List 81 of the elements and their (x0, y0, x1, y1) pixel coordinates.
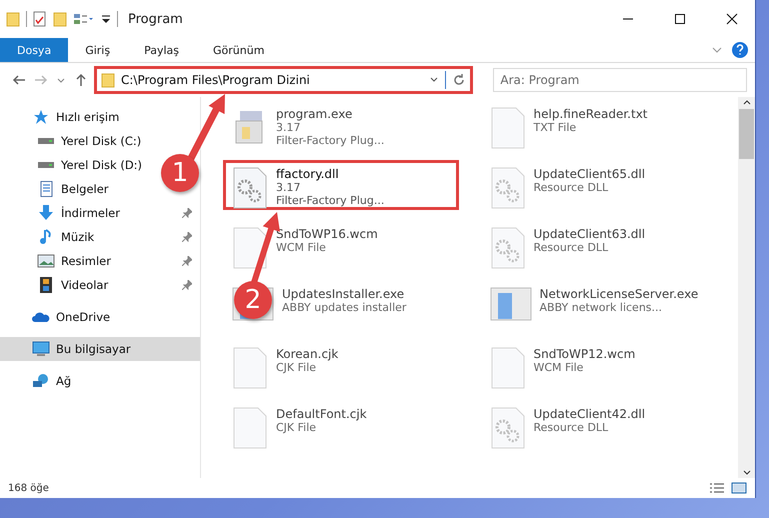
file-name[interactable]: SndToWP16.wcm (276, 227, 378, 241)
folder-icon (101, 72, 115, 88)
scroll-thumb[interactable] (739, 109, 754, 159)
view-options-icon[interactable] (73, 11, 95, 27)
sidebar-item[interactable]: Belgeler (61, 182, 109, 196)
file-detail: CJK File (276, 361, 318, 374)
pin-icon[interactable] (182, 280, 192, 290)
close-icon (726, 13, 738, 25)
blank-file-icon (232, 407, 268, 449)
up-arrow-icon (74, 73, 88, 87)
file-name[interactable]: UpdatesInstaller.exe (282, 287, 406, 301)
file-detail: WCM File (534, 361, 584, 374)
search-field[interactable]: Ara: Program (493, 68, 747, 92)
sidebar-item[interactable]: Bu bilgisayar (56, 342, 131, 356)
blank-file-icon (490, 347, 526, 389)
star-icon (32, 109, 50, 125)
ribbon-tab[interactable]: Görünüm (196, 38, 282, 62)
sidebar-item[interactable]: Yerel Disk (C:) (61, 134, 142, 148)
computer-icon (32, 341, 50, 357)
ribbon-tab[interactable]: Dosya (0, 38, 68, 62)
file-detail: ABBY network licens... (540, 301, 664, 314)
film-icon (37, 277, 55, 293)
drive-icon (37, 137, 55, 145)
refresh-icon[interactable] (452, 73, 466, 87)
folder-icon (6, 11, 20, 27)
properties-icon[interactable] (33, 11, 47, 27)
file-detail: Filter-Factory Plug... (276, 134, 384, 147)
drive-icon (37, 161, 55, 169)
file-name[interactable]: UpdateClient65.dll (534, 167, 646, 181)
file-detail: CJK File (276, 421, 318, 434)
file-detail: 3.17 (276, 121, 302, 134)
file-detail: Filter-Factory Plug... (276, 194, 384, 207)
network-icon (32, 373, 50, 389)
file-name[interactable]: UpdateClient63.dll (534, 227, 646, 241)
file-detail: Resource DLL (534, 241, 610, 254)
sidebar-item[interactable]: OneDrive (56, 310, 110, 324)
back-arrow-icon (12, 73, 26, 87)
forward-arrow-icon (34, 73, 48, 87)
file-detail: ABBY updates installer (282, 301, 406, 314)
sidebar-item[interactable]: Videolar (61, 278, 108, 292)
sidebar-item[interactable]: Ağ (56, 374, 72, 388)
sidebar-item[interactable]: İndirmeler (61, 206, 120, 220)
maximize-icon (674, 13, 686, 25)
file-name[interactable]: ffactory.dll (276, 167, 384, 181)
pin-icon[interactable] (182, 208, 192, 218)
file-name[interactable]: Korean.cjk (276, 347, 338, 361)
item-count: 168 öğe (8, 482, 49, 494)
file-detail: Resource DLL (534, 421, 610, 434)
address-bar[interactable]: C:\Program Files\Program Dizini (94, 66, 474, 94)
window-title: Program (128, 12, 183, 26)
application-icon (490, 287, 532, 321)
pin-icon[interactable] (182, 256, 192, 266)
sidebar-item[interactable]: Yerel Disk (D:) (61, 158, 142, 172)
file-name[interactable]: DefaultFont.cjk (276, 407, 367, 421)
gear-file-icon (490, 167, 526, 209)
sidebar-item[interactable]: Müzik (61, 230, 94, 244)
gear-file-icon (232, 167, 268, 209)
scrollbar[interactable] (738, 97, 755, 478)
ribbon-tab[interactable]: Paylaş (127, 38, 196, 62)
file-name[interactable]: NetworkLicenseServer.exe (540, 287, 698, 301)
ribbon-tab[interactable]: Giriş (68, 38, 128, 62)
gear-file-icon (490, 227, 526, 269)
file-name[interactable]: help.fineReader.txt (534, 107, 648, 121)
file-name[interactable]: program.exe (276, 107, 384, 121)
file-detail: Resource DLL (534, 181, 610, 194)
tiles-view-icon[interactable] (731, 482, 747, 494)
file-detail: WCM File (276, 241, 327, 254)
down-arrow-icon (37, 205, 55, 221)
blank-file-icon (232, 227, 268, 269)
blank-file-icon (490, 107, 526, 149)
file-name[interactable]: UpdateClient42.dll (534, 407, 646, 421)
picture-icon (37, 253, 55, 269)
file-detail: 3.17 (276, 181, 302, 194)
gear-file-icon (490, 407, 526, 449)
sidebar-item[interactable]: Resimler (61, 254, 111, 268)
blank-file-icon (232, 347, 268, 389)
pin-icon[interactable] (182, 232, 192, 242)
sidebar-item[interactable]: Hızlı erişim (56, 110, 120, 124)
file-detail: TXT File (534, 121, 578, 134)
details-view-icon[interactable] (709, 482, 725, 494)
file-name[interactable]: SndToWP12.wcm (534, 347, 636, 361)
